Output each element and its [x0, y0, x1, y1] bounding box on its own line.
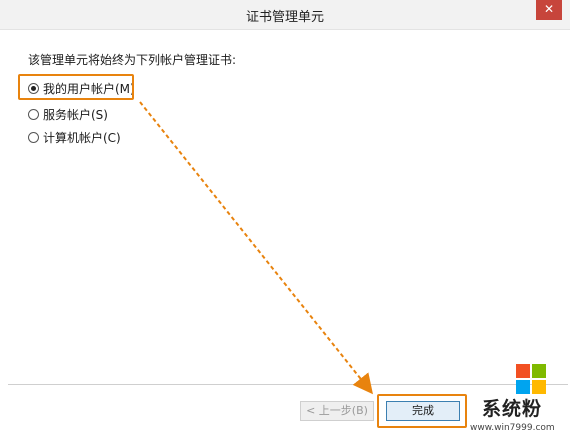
radio-button[interactable]	[28, 109, 39, 120]
back-button[interactable]: < 上一步(B)	[300, 401, 374, 421]
radio-button[interactable]	[28, 132, 39, 143]
prompt-text: 该管理单元将始终为下列帐户管理证书:	[28, 53, 237, 67]
radio-computer-account[interactable]: 计算机帐户(C)	[28, 129, 121, 146]
radio-label: 服务帐户(S)	[43, 108, 108, 122]
radio-label: 计算机帐户(C)	[43, 131, 121, 145]
annotation-highlight-option	[18, 74, 134, 100]
watermark-brand: 系统粉	[482, 398, 543, 420]
annotation-highlight-finish	[377, 394, 467, 428]
close-button[interactable]: ✕	[536, 0, 562, 20]
watermark-url: www.win7999.com	[470, 423, 555, 433]
close-icon: ✕	[543, 2, 555, 16]
footer-divider	[8, 384, 568, 385]
window-title: 证书管理单元	[245, 10, 324, 25]
windows-logo-icon	[516, 364, 546, 394]
radio-service-account[interactable]: 服务帐户(S)	[28, 106, 108, 123]
title-bar: 证书管理单元 ✕	[0, 0, 570, 30]
